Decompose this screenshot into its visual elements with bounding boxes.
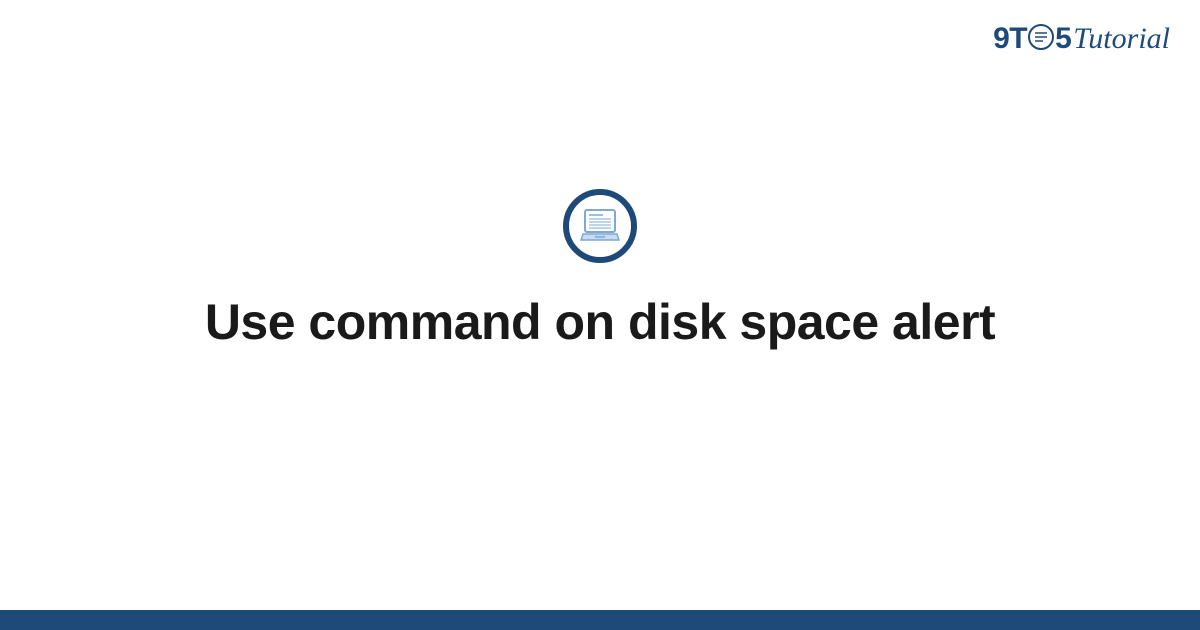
logo-text-5: 5 xyxy=(1055,22,1071,56)
logo-text-9t: 9T xyxy=(993,22,1027,56)
site-logo[interactable]: 9T 5 Tutorial xyxy=(993,22,1170,56)
logo-circle-icon xyxy=(1028,24,1054,50)
laptop-icon-circle xyxy=(563,189,637,263)
page-title: Use command on disk space alert xyxy=(205,293,995,351)
logo-lines-icon xyxy=(1034,32,1048,42)
laptop-icon xyxy=(579,208,621,244)
logo-text-tutorial: Tutorial xyxy=(1073,22,1170,56)
main-content: Use command on disk space alert xyxy=(0,0,1200,630)
bottom-accent-bar xyxy=(0,610,1200,630)
